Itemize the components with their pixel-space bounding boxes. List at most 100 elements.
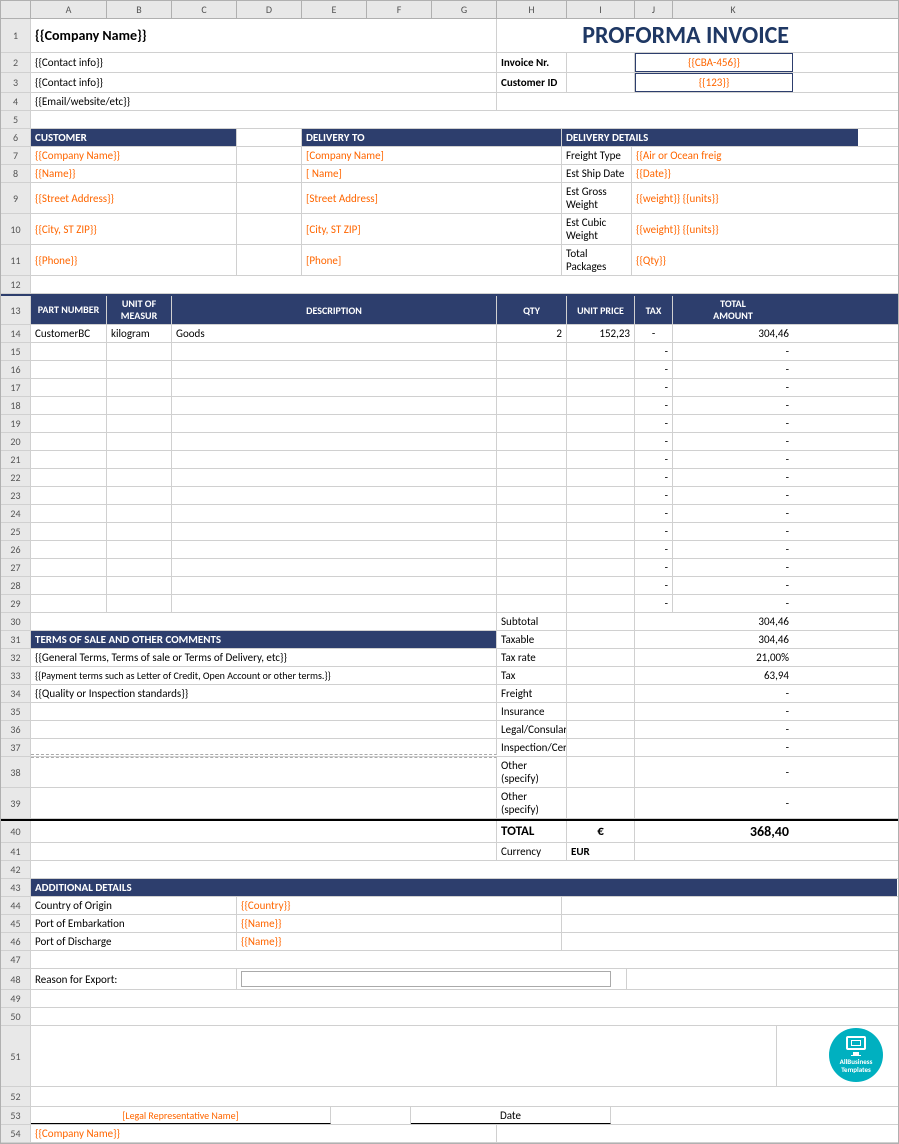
col-H: H [497, 1, 567, 18]
freight-sum-spacer [567, 685, 635, 702]
other1-value: - [635, 757, 793, 787]
tax-label: Tax [497, 667, 567, 684]
rn-12: 12 [1, 276, 31, 293]
rn-30: 30 [1, 613, 31, 630]
col-D: D [237, 1, 302, 18]
freight-sum-value: - [635, 685, 793, 702]
customer-id-spacer [567, 73, 635, 92]
packages-value: {{Qty}} [632, 245, 858, 275]
email: {{Email/website/etc}} [31, 93, 497, 110]
rn-8: 8 [1, 165, 31, 182]
cust-company: {{Company Name}} [31, 147, 237, 164]
rn-38: 38 [1, 757, 31, 787]
row41-left [31, 843, 497, 860]
cubic-weight-value: {{weight}} {{units}} [632, 214, 858, 244]
row-40: 40 TOTAL € 368,40 [1, 819, 898, 843]
invoice-nr-spacer [567, 53, 635, 72]
rn-6: 6 [1, 129, 31, 146]
gross-weight-value: {{weight}} {{units}} [632, 183, 858, 213]
tax-spacer [567, 667, 635, 684]
insurance-spacer [567, 703, 635, 720]
insurance-label: Insurance [497, 703, 567, 720]
row-31: 31 TERMS OF SALE AND OTHER COMMENTS Taxa… [1, 631, 898, 649]
row51-main [31, 1026, 777, 1086]
row40-left [31, 821, 497, 842]
row44-right [562, 897, 858, 914]
row38-left [31, 757, 497, 787]
allbusiness-logo: AllBusiness Templates [829, 1028, 883, 1082]
terms-line3: {{Quality or Inspection standards}} [31, 685, 497, 702]
row53-right [611, 1107, 899, 1124]
row-45: 45 Port of Embarkation {{Name}} [1, 915, 898, 933]
rn-49: 49 [1, 990, 31, 1007]
legal-spacer [567, 721, 635, 738]
rn-35: 35 [1, 703, 31, 720]
table-row-29: 29-- [1, 595, 898, 613]
tax-rate-value: 21,00% [635, 649, 793, 666]
rn-42: 42 [1, 861, 31, 878]
company-footer: {{Company Name}} [31, 1125, 497, 1142]
row-44: 44 Country of Origin {{Country}} [1, 897, 898, 915]
row-37: 37 Inspection/Cert. - [1, 739, 898, 757]
rn-44: 44 [1, 897, 31, 914]
inspection-spacer [567, 739, 635, 756]
rn-13: 13 [1, 296, 31, 324]
row52-empty [31, 1087, 897, 1106]
reason-input[interactable] [241, 971, 611, 987]
row-35: 35 Insurance - [1, 703, 898, 721]
discharge-value: {{Name}} [237, 933, 562, 950]
logo-text: AllBusiness Templates [840, 1058, 873, 1075]
col-I: I [567, 1, 635, 18]
td-desc-0: Goods [172, 325, 497, 342]
table-row-20: 20-- [1, 433, 898, 451]
row-8: 8 {{Name}} [ Name] Est Ship Date {{Date}… [1, 165, 898, 183]
insurance-value: - [635, 703, 793, 720]
freight-value: {{Air or Ocean freig [632, 147, 858, 164]
sig-cell: [Legal Representative Name] [31, 1107, 331, 1124]
subtotal-value: 304,46 [635, 613, 793, 630]
company-name: {{Company Name}} [31, 19, 497, 52]
row-30: 30 Subtotal 304,46 [1, 613, 898, 631]
embarkation-value: {{Name}} [237, 915, 562, 932]
freight-label: Freight Type [562, 147, 632, 164]
logo-cell-row51: AllBusiness Templates [777, 1026, 899, 1086]
th-unit: UNIT OF MEASUR [107, 296, 172, 324]
rn-50: 50 [1, 1008, 31, 1025]
taxable-label: Taxable [497, 631, 567, 648]
table-row-21: 21-- [1, 451, 898, 469]
customer-header: CUSTOMER [31, 129, 237, 146]
corner-cell [1, 1, 31, 18]
rn-41: 41 [1, 843, 31, 860]
row-54: 54 {{Company Name}} [1, 1125, 898, 1143]
th-total: TOTALAMOUNT [673, 296, 793, 324]
row53-gap [331, 1107, 411, 1124]
contact-2: {{Contact info}} [31, 73, 497, 92]
td-tax-0: - [635, 325, 673, 342]
column-headers: A B C D E F G H I J K [1, 1, 898, 19]
row46-right [562, 933, 858, 950]
row-2: 2 {{Contact info}} Invoice Nr. {{CBA-456… [1, 53, 898, 73]
total-currency: € [567, 821, 635, 842]
col-A: A [31, 1, 107, 18]
rn-47: 47 [1, 951, 31, 968]
row35-left [31, 703, 497, 720]
row-51: 51 AllBusiness Templates [1, 1026, 898, 1087]
col-F: F [367, 1, 432, 18]
row42-empty [31, 861, 897, 878]
table-row-25: 25-- [1, 523, 898, 541]
tax-value: 63,94 [635, 667, 793, 684]
th-tax: TAX [635, 296, 673, 324]
row-5: 5 [1, 111, 898, 129]
row-10: 10 {{City, ST ZIP}} [City, ST ZIP] Est C… [1, 214, 898, 245]
invoice-title: PROFORMA INVOICE [497, 19, 793, 52]
col-K: K [673, 1, 793, 18]
currency-value: EUR [567, 843, 635, 860]
cubic-weight-label: Est Cubic Weight [562, 214, 632, 244]
rn-39: 39 [1, 788, 31, 818]
invoice-nr-label: Invoice Nr. [497, 53, 567, 72]
col-B: B [107, 1, 172, 18]
table-row-22: 22-- [1, 469, 898, 487]
row-34: 34 {{Quality or Inspection standards}} F… [1, 685, 898, 703]
rn-53: 53 [1, 1107, 31, 1124]
td-unit-0: kilogram [107, 325, 172, 342]
